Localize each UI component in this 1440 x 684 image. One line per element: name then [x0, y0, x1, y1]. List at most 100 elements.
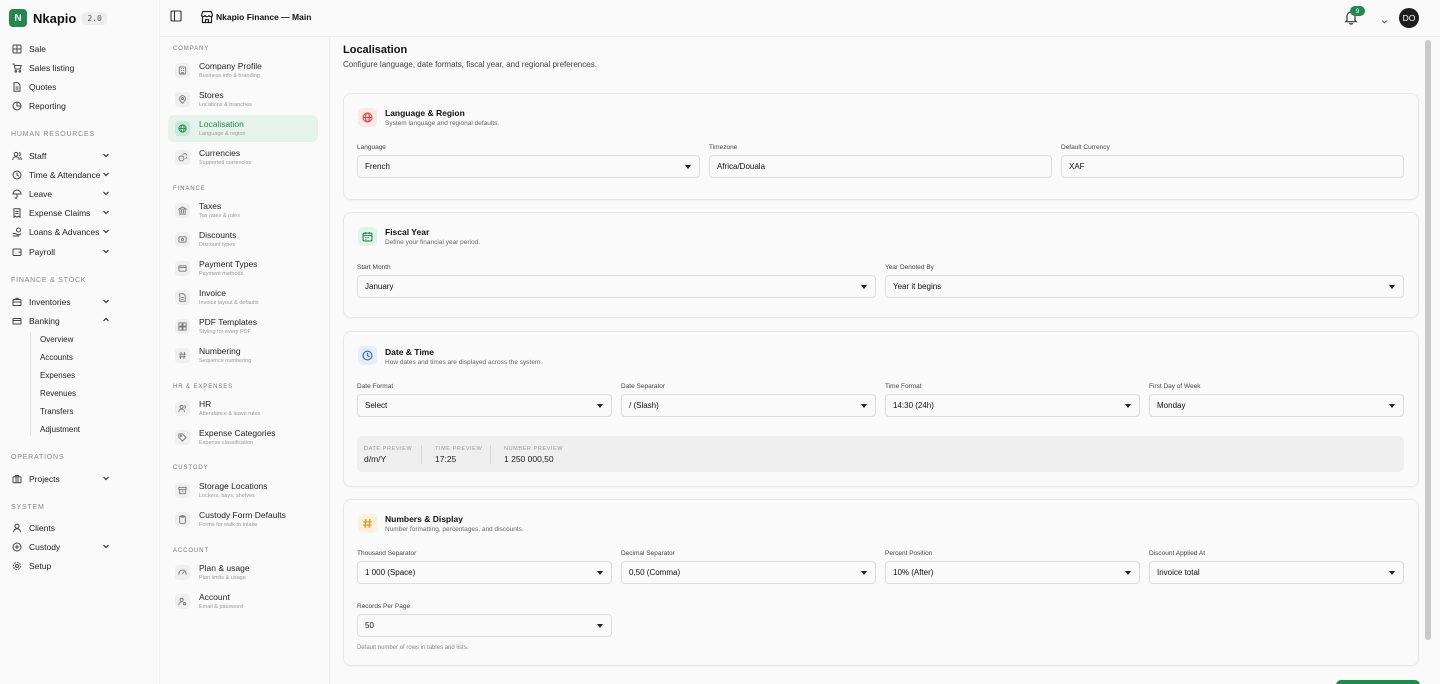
- settings-item-title: Invoice: [199, 288, 226, 298]
- brand[interactable]: N Nkapio 2.0: [9, 8, 107, 28]
- grid-icon: [10, 43, 23, 56]
- settings-item-stores[interactable]: Stores Locations & branches: [168, 86, 318, 113]
- scrollbar[interactable]: [1425, 40, 1431, 640]
- records-per-page-label: Records Per Page: [357, 603, 411, 610]
- settings-item-currencies[interactable]: Currencies Supported currencies: [168, 144, 318, 171]
- select-value: Invoice total: [1157, 568, 1200, 577]
- sidebar-subitem-expenses[interactable]: Expenses: [40, 371, 75, 380]
- settings-item-numbering[interactable]: Numbering Sequence numbering: [168, 342, 318, 369]
- card-title: Fiscal Year: [385, 227, 430, 237]
- caret-down-icon: [861, 571, 867, 575]
- card-title: Language & Region: [385, 108, 465, 118]
- notification-badge: 9: [1350, 6, 1365, 16]
- time-preview-value: 17:25: [435, 454, 457, 464]
- settings-item-title: Currencies: [199, 148, 241, 158]
- caret-down-icon: [1125, 571, 1131, 575]
- sidebar-item-label: Projects: [29, 474, 60, 484]
- brand-logo: N: [9, 9, 27, 27]
- gear-icon: [10, 560, 23, 573]
- sidebar-item-sales-listing[interactable]: Sales listing: [10, 59, 112, 77]
- settings-item-expense-categories[interactable]: Expense Categories Expense classificatio…: [168, 424, 318, 451]
- avatar[interactable]: DO: [1399, 8, 1419, 28]
- settings-item-company-profile[interactable]: Company Profile Business info & branding: [168, 57, 318, 84]
- chevron-down-icon[interactable]: [1381, 14, 1388, 24]
- number-preview-value: 1 250 000,50: [504, 454, 554, 464]
- settings-item-taxes[interactable]: Taxes Tax rates & rules: [168, 197, 318, 224]
- clock-icon: [10, 169, 23, 182]
- time-preview-label: TIME PREVIEW: [435, 446, 483, 452]
- date-format-select[interactable]: Select: [357, 394, 612, 417]
- sidebar-item-loans-advances[interactable]: Loans & Advances: [10, 223, 112, 241]
- sidebar-item-setup[interactable]: Setup: [10, 557, 112, 575]
- date-separator-select[interactable]: / (Slash): [621, 394, 876, 417]
- sidebar-section-title: OPERATIONS: [11, 454, 65, 461]
- time-format-select[interactable]: 14:30 (24h): [885, 394, 1140, 417]
- caret-down-icon: [1389, 404, 1395, 408]
- sidebar-subitem-transfers[interactable]: Transfers: [40, 407, 74, 416]
- year-denoted-select[interactable]: Year it begins: [885, 275, 1404, 298]
- first-day-label: First Day of Week: [1149, 383, 1201, 390]
- default-currency-input[interactable]: XAF: [1061, 155, 1404, 178]
- start-month-select[interactable]: January: [357, 275, 876, 298]
- settings-item-pdf-templates[interactable]: PDF Templates Styling for every PDF: [168, 313, 318, 340]
- caret-down-icon: [597, 624, 603, 628]
- settings-item-discounts[interactable]: Discounts Discount types: [168, 226, 318, 253]
- save-button[interactable]: [1336, 680, 1420, 684]
- select-value: 10% (After): [893, 568, 934, 577]
- decimal-separator-label: Decimal Separator: [621, 550, 675, 557]
- sidebar-item-banking[interactable]: Banking: [10, 312, 112, 330]
- caret-down-icon: [861, 404, 867, 408]
- settings-item-localisation[interactable]: Localisation Language & region: [168, 115, 318, 142]
- records-per-page-select[interactable]: 50: [357, 614, 612, 637]
- settings-item-invoice[interactable]: Invoice Invoice layout & defaults: [168, 284, 318, 311]
- sidebar-item-custody[interactable]: Custody: [10, 538, 112, 556]
- store-title[interactable]: Nkapio Finance — Main: [216, 12, 311, 22]
- sidebar-item-inventories[interactable]: Inventories: [10, 293, 112, 311]
- sidebar-item-label: Time & Attendance: [29, 170, 101, 180]
- percent-position-select[interactable]: 10% (After): [885, 561, 1140, 584]
- globe-icon: [358, 108, 377, 127]
- sidebar-item-expense-claims[interactable]: Expense Claims: [10, 204, 112, 222]
- sidebar-item-staff[interactable]: Staff: [10, 147, 112, 165]
- settings-item-plan-usage[interactable]: Plan & usage Plan limits & usage: [168, 559, 318, 586]
- sidebar-item-projects[interactable]: Projects: [10, 470, 112, 488]
- sidebar-item-sale[interactable]: Sale: [10, 40, 112, 58]
- sidebar-subitem-overview[interactable]: Overview: [40, 335, 73, 344]
- hand-coins-icon: [10, 226, 23, 239]
- language-select[interactable]: French: [357, 155, 700, 178]
- sidebar-subitem-accounts[interactable]: Accounts: [40, 353, 73, 362]
- sidebar-item-clients[interactable]: Clients: [10, 519, 112, 537]
- sidebar-item-leave[interactable]: Leave: [10, 185, 112, 203]
- app: N Nkapio 2.0 Sale Sales listing Quotes R…: [0, 0, 1440, 684]
- decimal-separator-select[interactable]: 0,50 (Comma): [621, 561, 876, 584]
- brand-name: Nkapio: [33, 10, 77, 26]
- users-icon: [10, 150, 23, 163]
- sidebar-item-label: Quotes: [29, 82, 57, 92]
- settings-item-title: Expense Categories: [199, 428, 276, 438]
- settings-item-storage-locations[interactable]: Storage Locations Lockers, bays, shelves: [168, 477, 318, 504]
- time-format-label: Time Format: [885, 383, 922, 390]
- first-day-select[interactable]: Monday: [1149, 394, 1404, 417]
- caret-down-icon: [1389, 285, 1395, 289]
- settings-item-hr[interactable]: HR Attendance & leave rules: [168, 395, 318, 422]
- default-currency-label: Default Currency: [1061, 144, 1110, 151]
- discount-applied-select[interactable]: Invoice total: [1149, 561, 1404, 584]
- settings-item-subtitle: Styling for every PDF: [199, 329, 251, 335]
- settings-item-title: Localisation: [199, 119, 244, 129]
- thousand-separator-select[interactable]: 1 000 (Space): [357, 561, 612, 584]
- sidebar-item-reporting[interactable]: Reporting: [10, 97, 112, 115]
- timezone-input[interactable]: Africa/Douala: [709, 155, 1052, 178]
- settings-item-account[interactable]: Account Email & password: [168, 588, 318, 615]
- sidebar-item-time-attendance[interactable]: Time & Attendance: [10, 166, 112, 184]
- sidebar-item-payroll[interactable]: Payroll: [10, 243, 112, 261]
- settings-item-title: Numbering: [199, 346, 241, 356]
- sidebar-item-label: Loans & Advances: [29, 227, 100, 237]
- sidebar-toggle-icon[interactable]: [170, 10, 182, 22]
- divider: [490, 445, 491, 464]
- settings-item-payment-types[interactable]: Payment Types Payment methods: [168, 255, 318, 282]
- sidebar-subitem-adjustment[interactable]: Adjustment: [40, 425, 80, 434]
- sidebar-item-quotes[interactable]: Quotes: [10, 78, 112, 96]
- sidebar-item-label: Expense Claims: [29, 208, 91, 218]
- sidebar-subitem-revenues[interactable]: Revenues: [40, 389, 76, 398]
- settings-item-custody-form-defaults[interactable]: Custody Form Defaults Forms for walk-in …: [168, 506, 318, 533]
